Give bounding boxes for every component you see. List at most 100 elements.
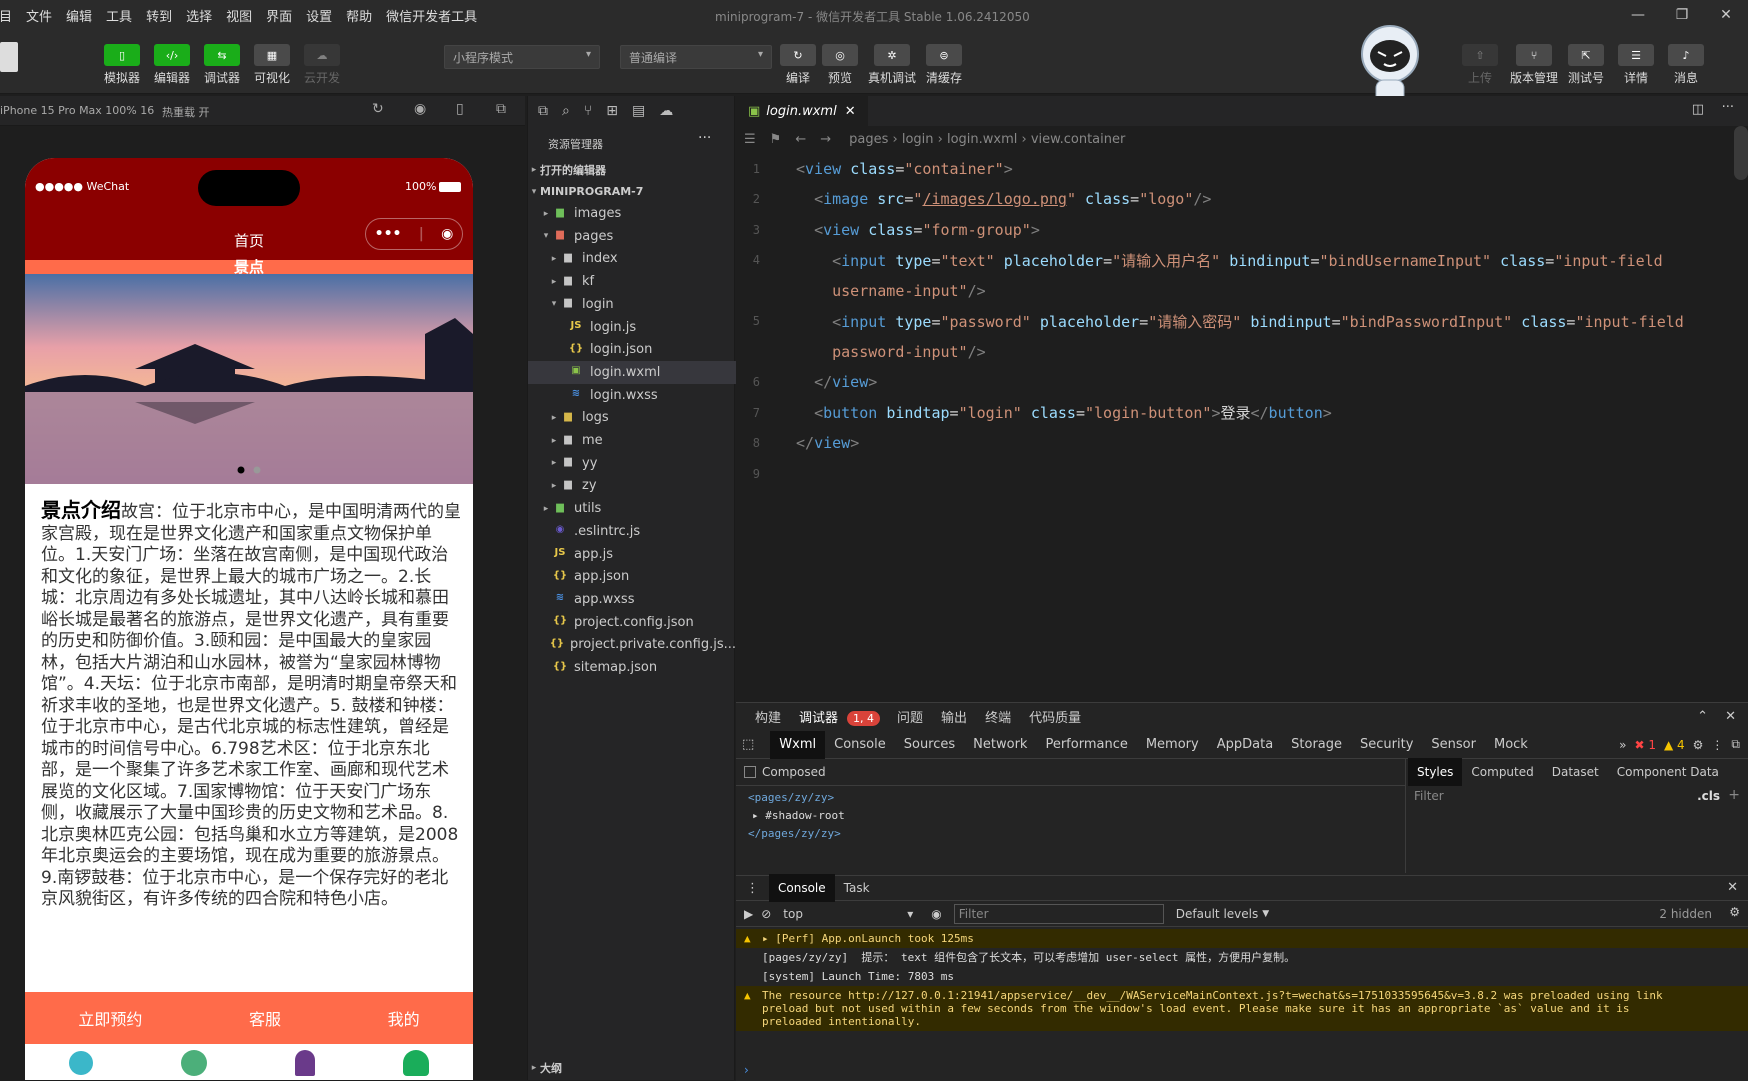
- toolbar-button[interactable]: ▯ 模拟器: [102, 44, 142, 86]
- panel-tab[interactable]: Performance: [1036, 731, 1136, 759]
- panel-tab[interactable]: Sensor: [1422, 731, 1485, 759]
- more-panels-icon[interactable]: »: [1619, 738, 1626, 752]
- compile-select[interactable]: 普通编译: [620, 45, 772, 69]
- carousel-dot[interactable]: [237, 466, 245, 474]
- wxml-node[interactable]: <pages/zy/zy>: [748, 789, 845, 807]
- menu-item[interactable]: 界面: [266, 6, 292, 25]
- search-icon[interactable]: ⌕: [562, 103, 570, 119]
- editor-tab-login-wxml[interactable]: ▣ login.wxml ✕: [736, 96, 868, 126]
- scrollbar[interactable]: [1734, 126, 1748, 180]
- toolbar-button[interactable]: ◎ 预览: [820, 44, 860, 86]
- devtools-top-tab[interactable]: 调试器: [790, 705, 847, 733]
- close-icon[interactable]: ✕: [1704, 0, 1748, 30]
- carousel-dot[interactable]: [253, 466, 261, 474]
- tree-item[interactable]: ▸ ▆ index: [528, 247, 736, 270]
- forward-icon[interactable]: →: [820, 132, 831, 147]
- profile-tab-icon[interactable]: [403, 1050, 429, 1076]
- avatar[interactable]: [0, 42, 18, 72]
- toolbar-button[interactable]: ✲ 真机调试: [868, 44, 916, 86]
- menu-item[interactable]: 转到: [146, 6, 172, 25]
- wxml-node[interactable]: </pages/zy/zy>: [748, 825, 845, 843]
- open-editors-section[interactable]: ▸ 打开的编辑器: [528, 158, 736, 181]
- panel-tab[interactable]: Network: [964, 731, 1036, 759]
- style-tab[interactable]: Computed: [1462, 758, 1542, 786]
- panel-tab[interactable]: Sources: [895, 731, 964, 759]
- menu-item[interactable]: 选择: [186, 6, 212, 25]
- tree-item[interactable]: ▣ login.wxml: [528, 360, 736, 384]
- split-editor-icon[interactable]: ◫: [1692, 102, 1704, 117]
- toolbar-button[interactable]: ⊜ 清缓存: [924, 44, 964, 86]
- devtools-top-tab[interactable]: 终端: [976, 705, 1020, 733]
- hot-reload-toggle[interactable]: 热重载 开: [162, 104, 210, 120]
- style-tab[interactable]: Component Data: [1608, 758, 1728, 786]
- devtools-settings-icon[interactable]: ⚙: [1693, 738, 1704, 752]
- close-devtools-icon[interactable]: ✕: [1725, 709, 1736, 724]
- toolbar-button[interactable]: ⑂ 版本管理: [1510, 44, 1558, 86]
- wxml-tree[interactable]: <pages/zy/zy> ▸ #shadow-root </pages/zy/zy…: [748, 789, 845, 843]
- guide-tab-icon[interactable]: [295, 1050, 315, 1076]
- device-select[interactable]: iPhone 15 Pro Max 100% 16: [0, 104, 154, 117]
- tree-item[interactable]: ▸ ▆ yy: [528, 452, 736, 475]
- console-tab[interactable]: Console: [769, 874, 835, 902]
- tree-item[interactable]: {} login.json: [528, 338, 736, 361]
- outline-section[interactable]: ▸ 大纲: [528, 1056, 736, 1079]
- style-tab[interactable]: Styles: [1408, 758, 1463, 786]
- back-icon[interactable]: ←: [795, 132, 806, 147]
- toolbar-button[interactable]: ☰ 详情: [1616, 44, 1656, 86]
- close-capsule-icon[interactable]: ◉: [441, 226, 453, 242]
- breadcrumb-item[interactable]: login.wxml: [947, 132, 1017, 147]
- maximize-icon[interactable]: ❐: [1660, 0, 1704, 30]
- drawer-menu-icon[interactable]: ⋮: [746, 881, 759, 896]
- tree-item[interactable]: ▾ ▆ pages: [528, 225, 736, 248]
- toolbar-button[interactable]: ☁ 云开发: [302, 44, 342, 86]
- style-tab[interactable]: Dataset: [1543, 758, 1608, 786]
- close-tab-icon[interactable]: ✕: [845, 104, 856, 119]
- eye-icon[interactable]: ◉: [931, 907, 941, 921]
- action-button[interactable]: 立即预约: [78, 1006, 142, 1030]
- console-tab[interactable]: Task: [835, 874, 879, 902]
- devtools-top-tab[interactable]: 问题: [888, 705, 932, 733]
- toolbar-button[interactable]: ⇧ 上传: [1460, 44, 1500, 86]
- devtools-top-tab[interactable]: 代码质量: [1020, 705, 1090, 733]
- panel-tab[interactable]: Memory: [1137, 731, 1208, 759]
- phone-icon[interactable]: ▯: [456, 101, 464, 117]
- capsule-menu[interactable]: ••• | ◉: [365, 218, 463, 250]
- git-icon[interactable]: ⑂: [584, 103, 592, 119]
- devtools-top-tab[interactable]: 构建: [746, 705, 790, 733]
- home-tab-icon[interactable]: [69, 1051, 93, 1075]
- breadcrumb-item[interactable]: view.container: [1031, 132, 1125, 147]
- panel-tab[interactable]: Wxml: [770, 730, 826, 759]
- menu-item[interactable]: 编辑: [66, 6, 92, 25]
- tree-item[interactable]: JS login.js: [528, 316, 736, 339]
- context-select[interactable]: top ▾: [783, 907, 919, 921]
- action-button[interactable]: 客服: [249, 1006, 281, 1030]
- breadcrumb-item[interactable]: login: [902, 132, 934, 147]
- add-rule-icon[interactable]: +: [1728, 787, 1740, 803]
- collapse-icon[interactable]: ⌃: [1697, 709, 1708, 724]
- menu-item[interactable]: 帮助: [346, 6, 372, 25]
- tree-item[interactable]: ◉ .eslintrc.js: [528, 520, 736, 543]
- files-icon[interactable]: ⧉: [538, 103, 548, 119]
- list-icon[interactable]: ☰: [744, 132, 756, 147]
- tree-item[interactable]: JS app.js: [528, 543, 736, 566]
- tree-item[interactable]: ▸ ▆ logs: [528, 406, 736, 429]
- more-options-icon[interactable]: ···: [698, 130, 711, 146]
- tree-item[interactable]: {} sitemap.json: [528, 656, 736, 679]
- tree-item[interactable]: ≋ app.wxss: [528, 588, 736, 611]
- tree-item[interactable]: ▸ ▆ images: [528, 202, 736, 225]
- tree-item[interactable]: ▸ ▆ utils: [528, 497, 736, 520]
- more-icon[interactable]: •••: [375, 226, 402, 242]
- toolbar-button[interactable]: ⇆ 调试器: [202, 44, 242, 86]
- devtools-more-icon[interactable]: ⋮: [1711, 738, 1723, 752]
- minimize-icon[interactable]: —: [1616, 0, 1660, 30]
- tree-item[interactable]: ▸ ▆ kf: [528, 270, 736, 293]
- toolbar-button[interactable]: ♪ 消息: [1666, 44, 1706, 86]
- extensions-icon[interactable]: ⊞: [606, 103, 618, 119]
- toolbar-button[interactable]: ‹/› 编辑器: [152, 44, 192, 86]
- clear-console-icon[interactable]: ⊘: [761, 907, 771, 921]
- toolbar-button[interactable]: ▦ 可视化: [252, 44, 292, 86]
- panel-tab[interactable]: Mock: [1485, 731, 1537, 759]
- code-area[interactable]: 1 <view class="container"> 2 <image src="/…: [736, 152, 1748, 492]
- tree-item[interactable]: ▾ ▆ login: [528, 293, 736, 316]
- cls-button[interactable]: .cls: [1697, 789, 1720, 803]
